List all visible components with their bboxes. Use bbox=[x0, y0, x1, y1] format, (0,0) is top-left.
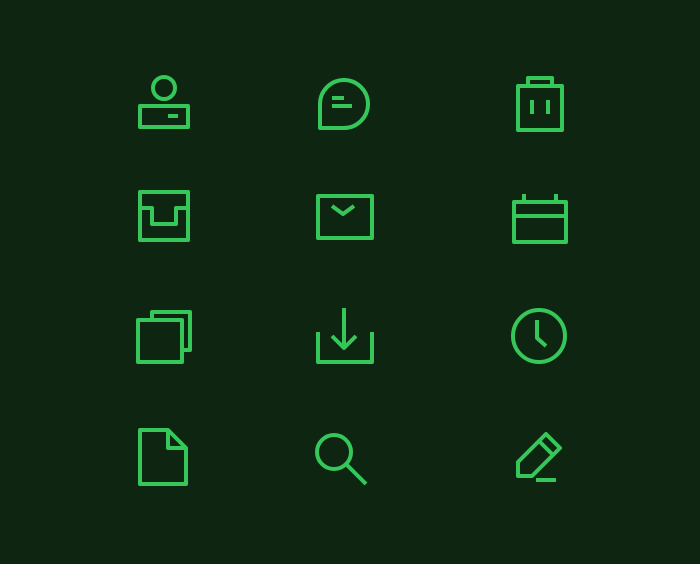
pencil-edit-icon bbox=[508, 424, 572, 488]
document-file-icon bbox=[132, 424, 196, 488]
chat-bubble-icon bbox=[310, 70, 374, 134]
clock-icon bbox=[508, 306, 572, 370]
user-badge-icon bbox=[132, 70, 196, 134]
calendar-icon bbox=[508, 188, 572, 252]
download-tray-icon bbox=[310, 302, 374, 366]
battery-icon bbox=[508, 70, 572, 134]
inbox-tray-icon bbox=[132, 184, 196, 248]
search-icon bbox=[310, 428, 374, 492]
icon-grid bbox=[0, 0, 700, 564]
mail-envelope-icon bbox=[310, 184, 374, 248]
duplicate-copy-icon bbox=[132, 302, 196, 366]
